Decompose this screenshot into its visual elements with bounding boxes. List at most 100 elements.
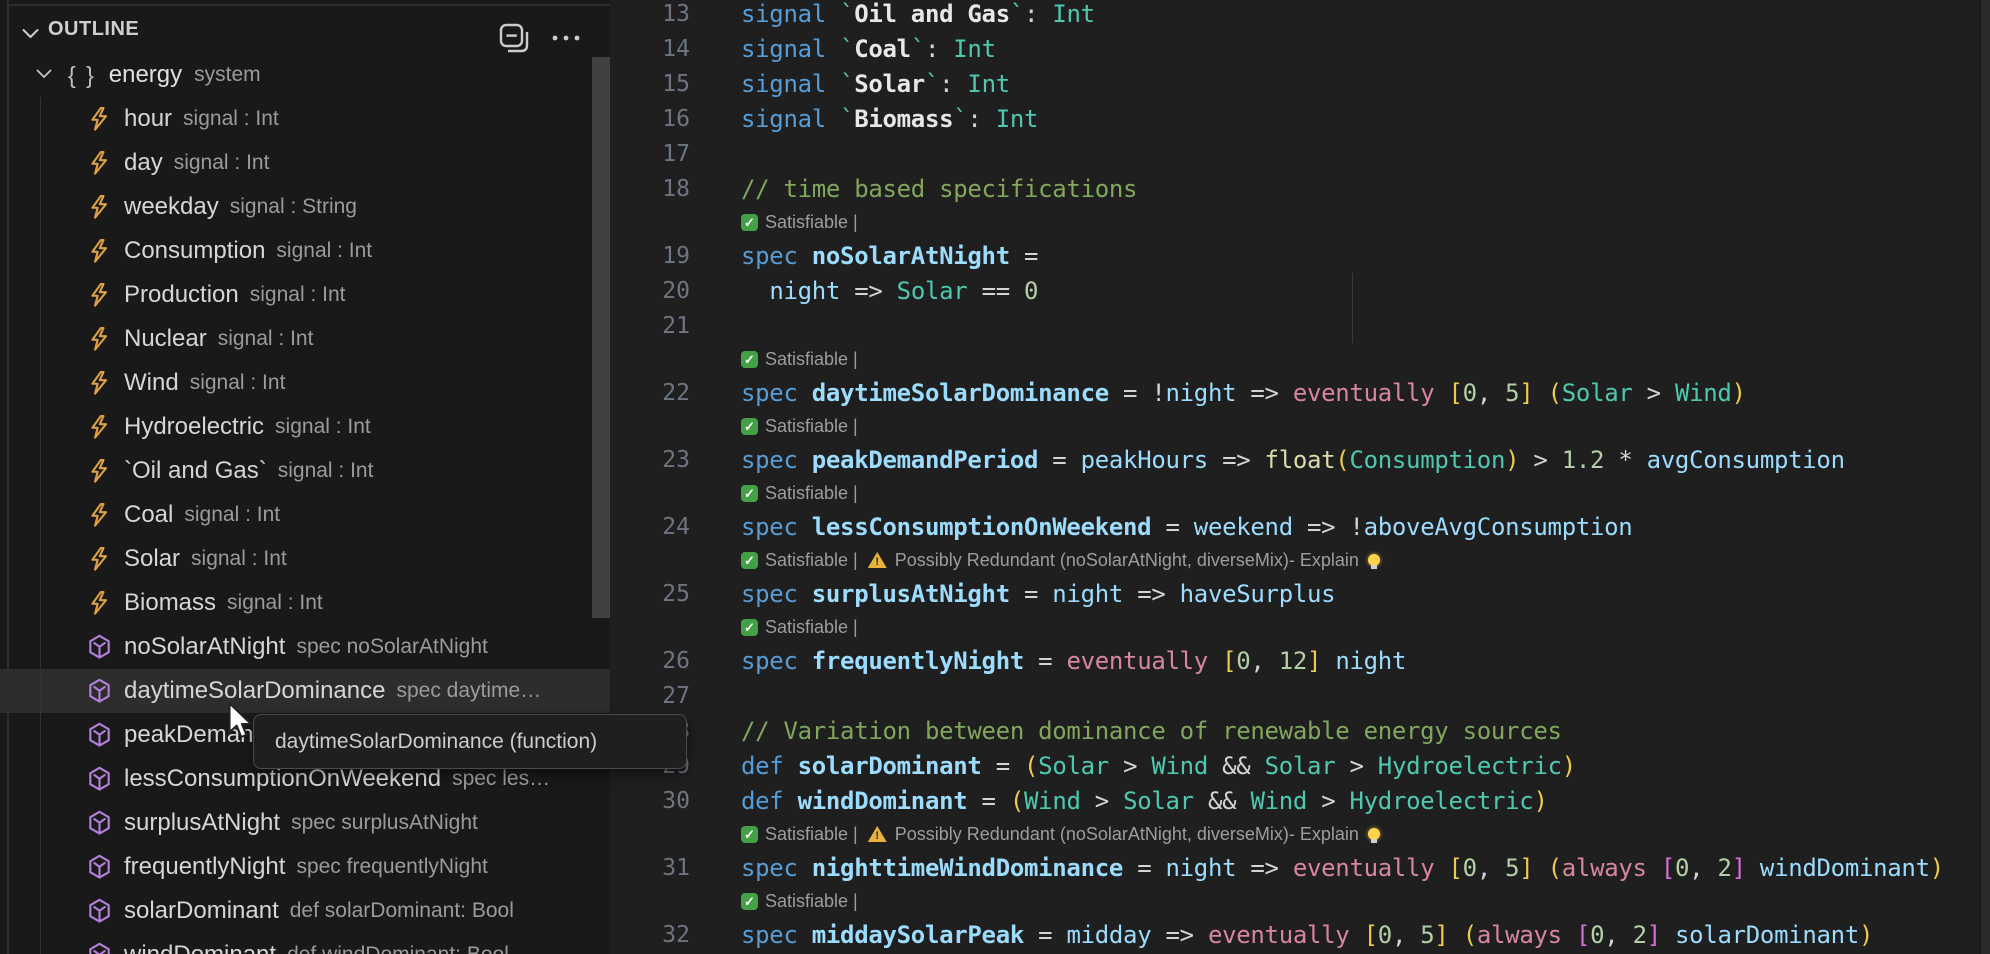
code-editor[interactable]: 13signal `Oil and Gas`: Int14signal `Coa…: [610, 0, 1990, 954]
outline-scrollbar-thumb[interactable]: [592, 57, 610, 618]
outline-row-Biomass[interactable]: Biomasssignal : Int: [0, 581, 610, 625]
more-actions-icon[interactable]: [548, 22, 584, 54]
outline-row-description: def solarDominant: Bool: [290, 899, 514, 923]
line-number: 14: [610, 36, 690, 62]
codelens-row[interactable]: ✓Satisfiable |: [741, 611, 1990, 643]
outline-row-daytimeSolarDominance[interactable]: daytimeSolarDominancespec daytime…: [0, 669, 610, 713]
outline-row-description: signal : Int: [218, 327, 314, 351]
code-text: spec middaySolarPeak = midday => eventua…: [741, 921, 1873, 949]
code-line-26[interactable]: 26spec frequentlyNight = eventually [0, …: [610, 643, 1990, 678]
spec-symbol-icon: [86, 810, 112, 836]
code-line-15[interactable]: 15signal `Solar`: Int: [610, 66, 1990, 101]
codelens-row[interactable]: ✓Satisfiable |: [741, 477, 1990, 509]
code-line-14[interactable]: 14signal `Coal`: Int: [610, 31, 1990, 66]
codelens-row[interactable]: ✓Satisfiable |: [741, 206, 1990, 238]
outline-row-label: Production: [124, 281, 239, 309]
line-number: 32: [610, 922, 690, 948]
code-line-22[interactable]: 22spec daytimeSolarDominance = !night =>…: [610, 375, 1990, 410]
outline-row-hour[interactable]: hoursignal : Int: [0, 97, 610, 141]
code-line-32[interactable]: 32 spec middaySolarPeak = midday => event…: [610, 917, 1990, 952]
outline-row-Nuclear[interactable]: Nuclearsignal : Int: [0, 317, 610, 361]
code-line-21[interactable]: 21: [610, 308, 1990, 343]
code-line-29[interactable]: 29def solarDominant = (Solar > Wind && S…: [610, 748, 1990, 783]
line-number: 21: [610, 313, 690, 339]
code-text: spec peakDemandPeriod = peakHours => flo…: [741, 446, 1845, 474]
outline-row-label: energy: [109, 61, 182, 89]
outline-row-label: Solar: [124, 545, 180, 573]
outline-row-label: Hydroelectric: [124, 413, 264, 441]
event-symbol-icon: [86, 458, 112, 484]
satisfiable-label: Satisfiable |: [765, 891, 858, 912]
chevron-down-icon[interactable]: [36, 66, 52, 84]
code-line-20[interactable]: 20 night => Solar == 0: [610, 273, 1990, 308]
event-symbol-icon: [86, 106, 112, 132]
codelens-row[interactable]: ✓Satisfiable |!Possibly Redundant (noSol…: [741, 544, 1990, 576]
outline-row-noSolarAtNight[interactable]: noSolarAtNightspec noSolarAtNight: [0, 625, 610, 669]
redundant-warning-label[interactable]: Possibly Redundant (noSolarAtNight, dive…: [895, 550, 1359, 571]
code-text: night => Solar == 0: [741, 277, 1038, 305]
codelens-row[interactable]: ✓Satisfiable |: [741, 410, 1990, 442]
outline-row-surplusAtNight[interactable]: surplusAtNightspec surplusAtNight: [0, 801, 610, 845]
editor-indent-guide: [1352, 273, 1353, 343]
code-line-19[interactable]: 19spec noSolarAtNight =: [610, 238, 1990, 273]
outline-row-description: signal : Int: [276, 239, 372, 263]
satisfiable-label: Satisfiable |: [765, 349, 858, 370]
satisfiable-label: Satisfiable |: [765, 824, 858, 845]
codelens-row[interactable]: ✓Satisfiable |: [741, 885, 1990, 917]
event-symbol-icon: [86, 150, 112, 176]
code-text: spec nighttimeWindDominance = night => e…: [741, 854, 1944, 882]
code-line-27[interactable]: 27: [610, 678, 1990, 713]
outline-title: OUTLINE: [48, 18, 139, 41]
code-line-17[interactable]: 17: [610, 136, 1990, 171]
outline-row-description: signal : Int: [184, 503, 280, 527]
line-number: 15: [610, 71, 690, 97]
spec-symbol-icon: [86, 766, 112, 792]
outline-row-label: daytimeSolarDominance: [124, 677, 385, 705]
codelens-row[interactable]: ✓Satisfiable |!Possibly Redundant (noSol…: [741, 818, 1990, 850]
outline-row-label: day: [124, 149, 163, 177]
code-line-16[interactable]: 16signal `Biomass`: Int: [610, 101, 1990, 136]
outline-row-windDominant[interactable]: windDominantdef windDominant: Bool: [0, 933, 610, 954]
outline-row-Solar[interactable]: Solarsignal : Int: [0, 537, 610, 581]
outline-row-solarDominant[interactable]: solarDominantdef solarDominant: Bool: [0, 889, 610, 933]
code-text: def windDominant = (Wind > Solar && Wind…: [741, 787, 1548, 815]
outline-row-label: surplusAtNight: [124, 809, 280, 837]
chevron-down-icon[interactable]: [22, 26, 39, 44]
collapse-all-icon[interactable]: [498, 22, 530, 54]
outline-row-description: signal : Int: [278, 459, 374, 483]
outline-row-day[interactable]: daysignal : Int: [0, 141, 610, 185]
outline-row-energy[interactable]: { } energy system: [0, 53, 610, 97]
code-line-13[interactable]: 13signal `Oil and Gas`: Int: [610, 0, 1990, 31]
code-line-18[interactable]: 18// time based specifications: [610, 171, 1990, 206]
spec-symbol-icon: [86, 634, 112, 660]
satisfiable-label: Satisfiable |: [765, 212, 858, 233]
event-symbol-icon: [86, 194, 112, 220]
code-text: spec frequentlyNight = eventually [0, 12…: [741, 647, 1406, 675]
outline-row-Coal[interactable]: Coalsignal : Int: [0, 493, 610, 537]
spec-symbol-icon: [86, 854, 112, 880]
code-line-30[interactable]: 30def windDominant = (Wind > Solar && Wi…: [610, 783, 1990, 818]
editor-scrollbar[interactable]: [1980, 0, 1990, 954]
warning-triangle-icon: !: [868, 552, 887, 568]
outline-row-weekday[interactable]: weekdaysignal : String: [0, 185, 610, 229]
codelens-row[interactable]: ✓Satisfiable |: [741, 343, 1990, 375]
outline-row-frequentlyNight[interactable]: frequentlyNightspec frequentlyNight: [0, 845, 610, 889]
satisfiable-check-icon: ✓: [741, 826, 758, 843]
code-line-28[interactable]: 28// Variation between dominance of rene…: [610, 713, 1990, 748]
code-line-31[interactable]: 31 spec nighttimeWindDominance = night =>…: [610, 850, 1990, 885]
code-line-25[interactable]: 25spec surplusAtNight = night => haveSur…: [610, 576, 1990, 611]
code-line-23[interactable]: 23spec peakDemandPeriod = peakHours => f…: [610, 442, 1990, 477]
outline-row-Hydroelectric[interactable]: Hydroelectricsignal : Int: [0, 405, 610, 449]
code-line-24[interactable]: 24spec lessConsumptionOnWeekend = weeken…: [610, 509, 1990, 544]
outline-row-Wind[interactable]: Windsignal : Int: [0, 361, 610, 405]
outline-row-description: spec noSolarAtNight: [296, 635, 487, 659]
outline-row-Production[interactable]: Productionsignal : Int: [0, 273, 610, 317]
spec-symbol-icon: [86, 898, 112, 924]
editor-lines: 13signal `Oil and Gas`: Int14signal `Coa…: [610, 0, 1990, 952]
outline-row-Consumption[interactable]: Consumptionsignal : Int: [0, 229, 610, 273]
outline-row-description: signal : Int: [227, 591, 323, 615]
redundant-warning-label[interactable]: Possibly Redundant (noSolarAtNight, dive…: [895, 824, 1359, 845]
outline-row-Oil-and-Gas[interactable]: `Oil and Gas`signal : Int: [0, 449, 610, 493]
line-number: 31: [610, 855, 690, 881]
lightbulb-icon: [1368, 828, 1380, 840]
